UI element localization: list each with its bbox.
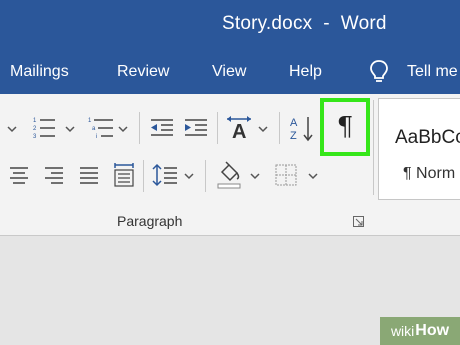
tab-tell-me[interactable]: Tell me xyxy=(407,63,458,81)
justify-button[interactable] xyxy=(77,163,101,187)
chevron-down-icon[interactable] xyxy=(258,126,268,133)
distributed-button[interactable] xyxy=(111,161,137,189)
window-title: Story.docx - Word xyxy=(222,13,387,34)
divider xyxy=(373,100,374,195)
chevron-down-icon[interactable] xyxy=(65,126,75,133)
multilevel-list-icon: 1 a i xyxy=(88,118,113,140)
borders-button[interactable] xyxy=(272,161,300,189)
wikihow-watermark: wiki How xyxy=(380,317,460,345)
numbered-list-icon: 1 2 3 xyxy=(33,118,55,140)
style-name-normal[interactable]: ¶ Norm xyxy=(403,165,455,183)
chevron-down-icon[interactable] xyxy=(184,173,194,180)
divider xyxy=(217,112,218,144)
text-direction-icon: A xyxy=(227,116,251,143)
svg-text:3: 3 xyxy=(33,134,37,140)
svg-text:2: 2 xyxy=(33,126,37,132)
divider xyxy=(139,112,140,144)
sort-az-icon: A Z xyxy=(290,117,313,142)
align-right-icon xyxy=(45,167,63,184)
svg-text:Z: Z xyxy=(290,130,297,142)
paragraph-group-label: Paragraph xyxy=(117,213,183,229)
show-hide-formatting-button[interactable]: ¶ xyxy=(324,102,366,152)
decrease-indent-icon xyxy=(151,119,173,136)
svg-text:a: a xyxy=(92,126,96,132)
tab-mailings[interactable]: Mailings xyxy=(10,63,69,81)
lightbulb-icon[interactable] xyxy=(368,59,390,85)
tab-help[interactable]: Help xyxy=(289,63,322,81)
chevron-down-icon[interactable] xyxy=(118,126,128,133)
align-right-button[interactable] xyxy=(42,163,66,187)
numbering-button[interactable]: 1 2 3 xyxy=(30,113,58,141)
text-direction-button[interactable]: A xyxy=(223,112,255,144)
divider xyxy=(279,112,280,144)
watermark-prefix: wiki xyxy=(390,323,415,339)
borders-icon xyxy=(275,164,297,186)
chevron-down-icon[interactable] xyxy=(250,173,260,180)
shading-bucket-icon xyxy=(217,161,241,189)
styles-gallery[interactable] xyxy=(378,98,460,200)
svg-text:A: A xyxy=(232,121,246,143)
justify-icon xyxy=(80,167,98,184)
svg-text:i: i xyxy=(96,134,97,140)
line-spacing-icon xyxy=(152,163,177,187)
svg-text:1: 1 xyxy=(33,118,37,124)
style-preview-text: AaBbCc xyxy=(395,127,460,148)
divider xyxy=(205,160,206,192)
watermark-suffix: How xyxy=(415,322,450,339)
shading-button[interactable] xyxy=(213,159,245,191)
line-spacing-button[interactable] xyxy=(150,161,180,189)
multilevel-list-button[interactable]: 1 a i xyxy=(86,113,116,141)
tab-review[interactable]: Review xyxy=(117,63,169,81)
sort-button[interactable]: A Z xyxy=(287,112,317,144)
align-center-icon xyxy=(10,167,28,184)
tab-view[interactable]: View xyxy=(212,63,246,81)
increase-indent-button[interactable] xyxy=(182,115,210,141)
chevron-down-icon[interactable] xyxy=(7,126,17,133)
chevron-down-icon[interactable] xyxy=(308,173,318,180)
increase-indent-icon xyxy=(185,119,207,136)
svg-text:A: A xyxy=(290,117,298,129)
align-center-button[interactable] xyxy=(7,163,31,187)
dialog-launcher-icon[interactable] xyxy=(353,216,364,227)
decrease-indent-button[interactable] xyxy=(148,115,176,141)
divider xyxy=(143,160,144,192)
distributed-icon xyxy=(114,163,134,187)
svg-text:1: 1 xyxy=(88,118,92,124)
